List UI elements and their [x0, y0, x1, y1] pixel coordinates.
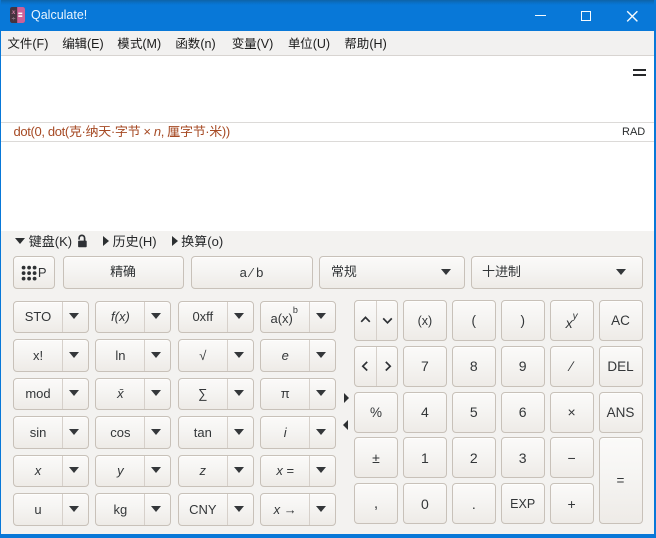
svg-text:÷: ÷	[12, 16, 16, 23]
svg-text:x: x	[11, 7, 16, 16]
